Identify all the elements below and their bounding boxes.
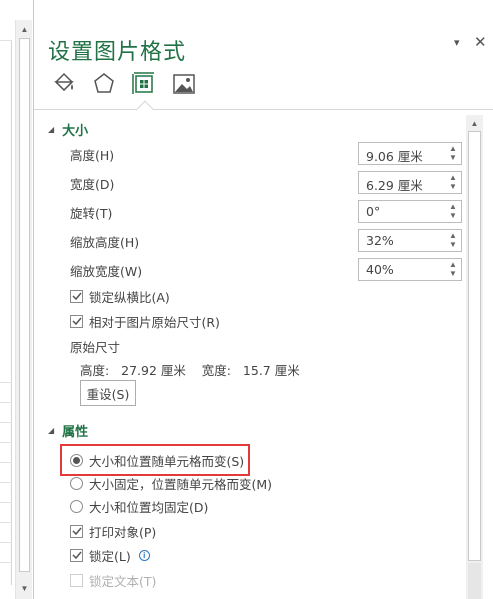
width-label: 宽度(D) — [70, 177, 115, 192]
properties-section-title: 属性 — [62, 424, 89, 440]
tabbar-divider — [34, 109, 493, 110]
scrollbar-thumb[interactable] — [468, 131, 481, 561]
locked-label: 锁定(L) — [89, 548, 131, 564]
worksheet-vertical-scrollbar[interactable]: ▲ ▼ — [15, 20, 32, 599]
properties-section-header[interactable]: ◢ 属性 — [48, 421, 89, 440]
fill-line-icon — [54, 72, 74, 92]
size-properties-icon — [132, 72, 154, 94]
lock-text-checkbox: 锁定文本(T) — [70, 571, 156, 589]
width-down-arrow-icon[interactable]: ▼ — [448, 182, 458, 192]
scale-width-label: 缩放宽度(W) — [70, 264, 143, 279]
reset-button[interactable]: 重设(S) — [80, 380, 136, 406]
scale-height-value: 32% — [366, 233, 394, 248]
radio-dot[interactable] — [70, 476, 83, 490]
lock-text-label: 锁定文本(T) — [89, 573, 157, 589]
rotation-label: 旋转(T) — [70, 206, 113, 221]
print-object-checkbox[interactable]: 打印对象(P) — [70, 522, 156, 540]
excel-window: ▲ ▼ 设置图片格式 ▾ ✕ ◢ 大小 高度(H) 9.06 厘米 ▲ ▼ 宽度… — [0, 0, 493, 599]
radio-dot[interactable] — [70, 499, 83, 513]
picture-icon — [173, 74, 195, 94]
radio-move-no-size-label: 大小固定，位置随单元格而变(M) — [89, 476, 273, 492]
height-value: 9.06 厘米 — [366, 149, 423, 164]
radio-selected-dot — [73, 456, 80, 464]
worksheet-grid[interactable] — [0, 40, 12, 585]
worksheet-area[interactable]: ▲ ▼ — [0, 0, 34, 599]
scale-width-value: 40% — [366, 262, 394, 277]
print-object-label: 打印对象(P) — [89, 524, 157, 540]
info-icon[interactable]: i — [138, 549, 150, 561]
scrollbar-thumb[interactable] — [19, 38, 30, 572]
radio-no-move-no-size-label: 大小和位置均固定(D) — [89, 499, 209, 515]
original-size-title: 原始尺寸 — [70, 340, 121, 355]
size-section-title: 大小 — [62, 123, 89, 139]
collapse-triangle-icon: ◢ — [48, 124, 55, 134]
checkmark-icon — [71, 292, 82, 301]
original-size-values: 高度: 27.92 厘米 宽度: 15.7 厘米 — [80, 363, 300, 378]
scroll-up-arrow-icon[interactable]: ▲ — [466, 117, 483, 131]
checkmark-icon — [71, 317, 82, 326]
scale-height-label: 缩放高度(H) — [70, 235, 140, 250]
collapse-triangle-icon: ◢ — [48, 425, 55, 435]
tab-fill-line[interactable] — [50, 70, 78, 98]
pane-content: ◢ 大小 高度(H) 9.06 厘米 ▲ ▼ 宽度(D) 6.29 厘米 ▲ ▼… — [34, 115, 466, 599]
effects-icon — [94, 73, 114, 93]
width-input[interactable]: 6.29 厘米 ▲ ▼ — [358, 171, 462, 194]
checkbox-box[interactable] — [70, 314, 83, 328]
checkmark-icon — [71, 527, 82, 536]
radio-no-move-no-size[interactable]: 大小和位置均固定(D) — [70, 497, 208, 515]
pane-options-icon[interactable]: ▾ — [454, 36, 460, 49]
scale-width-down-arrow-icon[interactable]: ▼ — [448, 269, 458, 279]
checkbox-box[interactable] — [70, 524, 83, 538]
close-icon[interactable]: ✕ — [474, 33, 487, 51]
relative-original-checkbox[interactable]: 相对于图片原始尺寸(R) — [70, 312, 220, 330]
tab-picture[interactable] — [170, 70, 198, 98]
radio-move-no-size[interactable]: 大小固定，位置随单元格而变(M) — [70, 474, 272, 492]
lock-aspect-label: 锁定纵横比(A) — [89, 289, 170, 305]
height-label: 高度(H) — [70, 148, 115, 163]
rotation-value: 0° — [366, 204, 381, 219]
locked-checkbox[interactable]: 锁定(L) i — [70, 546, 150, 564]
tab-effects[interactable] — [90, 70, 118, 98]
pane-vertical-scrollbar[interactable]: ▲ — [466, 115, 483, 599]
scale-width-input[interactable]: 40% ▲ ▼ — [358, 258, 462, 281]
scrollbar-track-lower[interactable] — [468, 563, 481, 599]
radio-move-and-size-label: 大小和位置随单元格而变(S) — [89, 453, 245, 469]
format-picture-pane: 设置图片格式 ▾ ✕ ◢ 大小 高度(H) 9.06 厘米 ▲ ▼ 宽度(D) … — [34, 0, 493, 599]
rotation-input[interactable]: 0° ▲ ▼ — [358, 200, 462, 223]
height-input[interactable]: 9.06 厘米 ▲ ▼ — [358, 142, 462, 165]
checkbox-box — [70, 573, 83, 587]
tab-size-properties[interactable] — [130, 70, 158, 98]
scale-height-input[interactable]: 32% ▲ ▼ — [358, 229, 462, 252]
radio-dot[interactable] — [70, 453, 83, 467]
checkmark-icon — [71, 551, 82, 560]
radio-move-and-size[interactable]: 大小和位置随单元格而变(S) — [70, 451, 244, 469]
pane-title: 设置图片格式 — [48, 40, 187, 65]
checkbox-box[interactable] — [70, 289, 83, 303]
scale-height-down-arrow-icon[interactable]: ▼ — [448, 240, 458, 250]
scroll-down-arrow-icon[interactable]: ▼ — [16, 581, 33, 597]
size-section-header[interactable]: ◢ 大小 — [48, 120, 89, 139]
scroll-up-arrow-icon[interactable]: ▲ — [16, 22, 33, 38]
checkbox-box[interactable] — [70, 548, 83, 562]
height-down-arrow-icon[interactable]: ▼ — [448, 153, 458, 163]
rotation-down-arrow-icon[interactable]: ▼ — [448, 211, 458, 221]
width-value: 6.29 厘米 — [366, 178, 423, 193]
relative-original-label: 相对于图片原始尺寸(R) — [89, 314, 220, 330]
lock-aspect-checkbox[interactable]: 锁定纵横比(A) — [70, 287, 170, 305]
